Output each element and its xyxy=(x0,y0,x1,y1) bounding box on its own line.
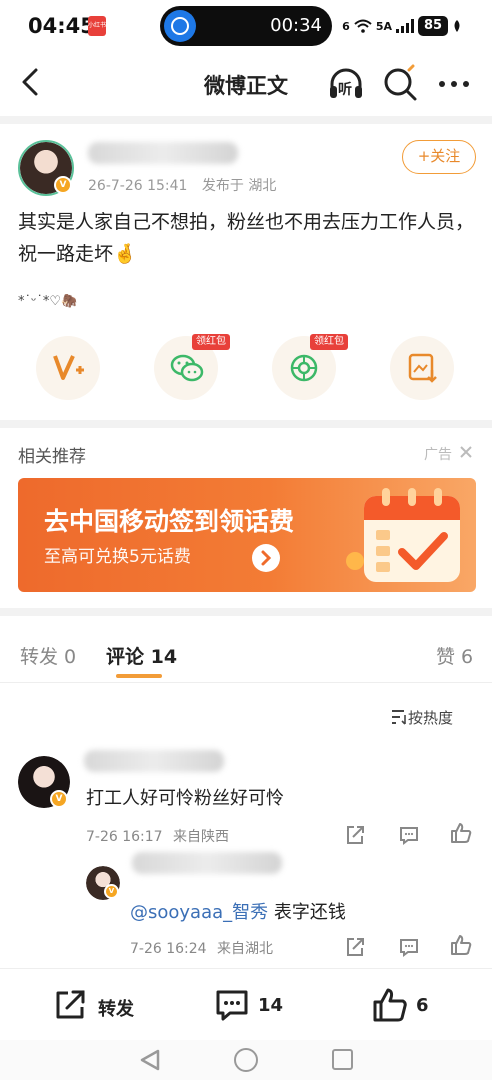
verified-badge-icon: V xyxy=(104,884,119,899)
comment-icon xyxy=(216,990,248,1021)
home-circle-icon[interactable] xyxy=(234,1048,258,1072)
timer-text: 00:34 xyxy=(270,15,322,36)
repost-button[interactable]: 转发 xyxy=(52,969,152,1041)
repost-icon xyxy=(56,990,85,1019)
post-meta: 26-7-26 15:41 发布于 湖北 xyxy=(88,175,276,195)
listen-button[interactable]: 听 xyxy=(326,64,366,104)
sort-button[interactable]: 按热度 xyxy=(408,707,453,728)
comment-count: 14 xyxy=(258,995,284,1016)
status-bar: 04:45 小红书 00:34 6 5A 85 xyxy=(0,0,492,56)
stopwatch-icon xyxy=(164,10,196,42)
tab-comment[interactable]: 评论 14 xyxy=(106,642,177,669)
calendar-icon xyxy=(364,488,460,582)
like-count: 6 xyxy=(416,995,429,1016)
section-gap xyxy=(0,116,492,124)
tab-repost[interactable]: 转发 0 xyxy=(20,642,76,669)
arrow-right-icon xyxy=(252,544,280,572)
comment-from: 来自陕西 xyxy=(173,829,230,845)
section-gap xyxy=(0,608,492,616)
banner-subtitle: 至高可兑换5元话费 xyxy=(44,547,191,567)
nav-bar: 微博正文 听 xyxy=(0,56,492,112)
reply-mention-link[interactable]: @sooyaaa_智秀 xyxy=(130,902,268,923)
vplus-share-button[interactable] xyxy=(36,336,100,400)
verified-badge-icon: V xyxy=(50,790,68,808)
like-icon[interactable] xyxy=(450,822,472,844)
redpack-badge: 领红包 xyxy=(192,334,230,350)
vplus-icon xyxy=(53,355,84,380)
recents-square-icon[interactable] xyxy=(332,1049,353,1070)
section-gap xyxy=(0,420,492,428)
wifi-icon xyxy=(354,19,372,33)
tab-active-indicator xyxy=(116,674,162,678)
comment-icon[interactable] xyxy=(398,936,420,958)
related-title: 相关推荐 xyxy=(18,447,86,467)
post-location: 发布于 湖北 xyxy=(201,178,277,194)
save-image-button[interactable] xyxy=(390,336,454,400)
wechat-icon xyxy=(170,354,204,382)
timer-pill[interactable]: 00:34 xyxy=(160,6,332,46)
comment-icon[interactable] xyxy=(398,824,420,846)
share-icon[interactable] xyxy=(344,936,366,958)
ad-banner[interactable]: 去中国移动签到领话费 至高可兑换5元话费 xyxy=(18,478,476,592)
ad-tag: 广告 xyxy=(424,447,452,463)
battery-icon: 85 xyxy=(418,16,448,36)
like-icon xyxy=(373,988,407,1022)
repost-label: 转发 xyxy=(98,999,134,1020)
reply-body: 表字还钱 xyxy=(268,902,346,923)
reply-text: @sooyaaa_智秀 表字还钱 xyxy=(130,898,346,924)
sort-icon[interactable] xyxy=(390,709,408,725)
share-icon[interactable] xyxy=(344,824,366,846)
save-image-icon xyxy=(408,353,437,383)
commenter-name-blurred[interactable] xyxy=(84,750,224,772)
divider xyxy=(0,682,492,683)
network-type: 6 xyxy=(342,19,350,33)
reply-meta: 7-26 16:24 来自湖北 xyxy=(130,938,273,958)
search-icon[interactable] xyxy=(380,64,420,104)
follow-button[interactable]: +关注 xyxy=(402,140,476,174)
signal-type: 5A xyxy=(375,19,392,33)
status-time: 04:45 xyxy=(28,14,95,38)
comment-button[interactable]: 14 xyxy=(214,969,294,1041)
author-name-blurred[interactable] xyxy=(88,142,238,164)
signal-icon xyxy=(396,19,414,33)
system-nav-bar xyxy=(0,1040,492,1080)
reply-from: 来自湖北 xyxy=(217,941,274,957)
like-button[interactable]: 6 xyxy=(372,969,442,1041)
reply-time: 7-26 16:24 xyxy=(130,941,207,957)
back-triangle-icon[interactable] xyxy=(138,1048,162,1072)
post-text: 其实是人家自己不想拍，粉丝也不用去压力工作人员，祝一路走坏🤞 xyxy=(18,211,475,265)
banner-headline: 去中国移动签到领话费 xyxy=(44,507,295,536)
bottom-action-bar: 转发 14 6 xyxy=(0,968,492,1040)
verified-badge-icon: V xyxy=(54,176,72,194)
comment-time: 7-26 16:17 xyxy=(86,829,163,845)
like-icon[interactable] xyxy=(450,934,472,956)
comment-text: 打工人好可怜粉丝好可怜 xyxy=(86,788,284,809)
redpack-badge: 领红包 xyxy=(310,334,348,350)
close-icon[interactable] xyxy=(458,444,474,460)
post-emoji-line: *˙ᵕ˙*♡🦣 xyxy=(18,294,78,309)
moments-icon xyxy=(290,354,318,382)
reply-name-blurred[interactable] xyxy=(132,852,282,874)
leaf-icon xyxy=(454,20,460,32)
comment-meta: 7-26 16:17 来自陕西 xyxy=(86,826,229,846)
post-time: 26-7-26 15:41 xyxy=(88,178,188,194)
listen-label: 听 xyxy=(338,82,352,98)
tab-like[interactable]: 赞 6 xyxy=(436,642,473,669)
status-icons: 6 5A 85 xyxy=(342,16,462,36)
flower-icon xyxy=(346,552,364,570)
more-icon[interactable] xyxy=(434,64,474,104)
app-notification-icon: 小红书 xyxy=(88,16,106,36)
